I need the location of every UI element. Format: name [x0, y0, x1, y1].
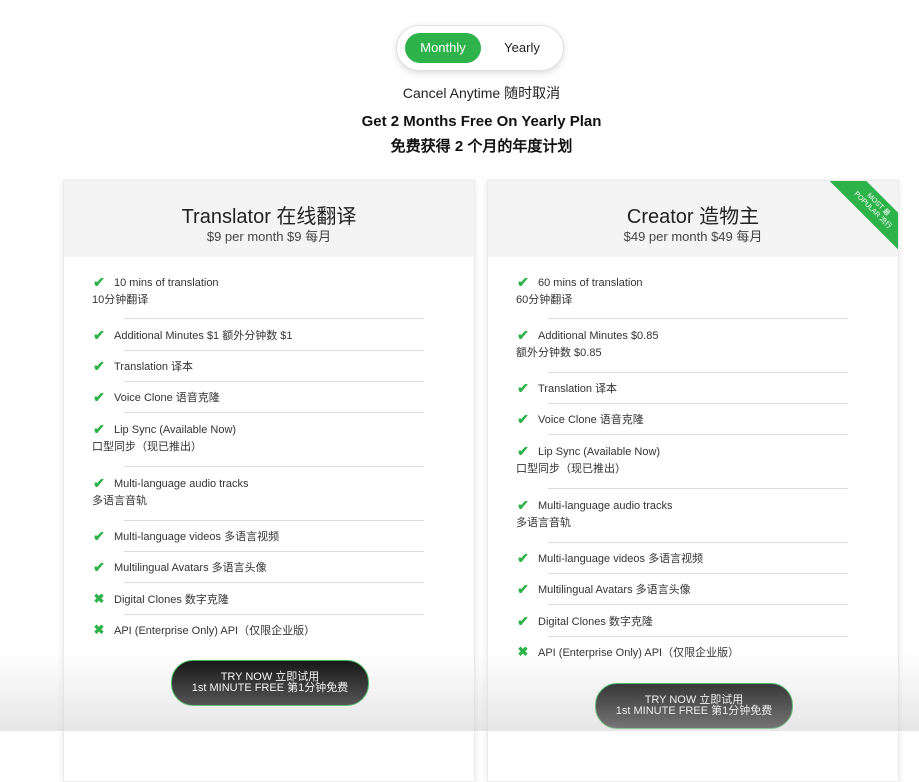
cta-sublabel: 1st MINUTE FREE 第1分钟免费 — [615, 705, 773, 717]
feature-sublabel: 口型同步（现已推出） — [92, 441, 202, 453]
feature-sublabel: 60分钟翻译 — [516, 294, 573, 306]
plan-price: $9 per month $9 每月 — [206, 229, 332, 244]
monthly-toggle-option[interactable]: Monthly — [405, 33, 481, 63]
feature-sublabel: 额外分钟数 $0.85 — [516, 347, 602, 359]
divider — [548, 604, 848, 605]
check-icon: ✔ — [517, 327, 529, 343]
feature-label: Multi-language audio tracks — [538, 500, 673, 512]
billing-toggle: Monthly Yearly — [397, 26, 563, 70]
feature-label: Multi-language audio tracks — [114, 478, 249, 490]
feature-label: Multilingual Avatars 多语言头像 — [538, 584, 691, 596]
feature-label: Additional Minutes $0.85 — [538, 330, 659, 342]
try-now-button[interactable]: TRY NOW 立即试用 1st MINUTE FREE 第1分钟免费 — [171, 660, 369, 706]
divider — [124, 614, 424, 615]
divider — [124, 582, 424, 583]
check-icon: ✔ — [517, 380, 529, 396]
divider — [124, 381, 424, 382]
feature-label: Voice Clone 语音克隆 — [538, 414, 644, 426]
divider — [124, 551, 424, 552]
divider — [124, 350, 424, 351]
feature-label: Voice Clone 语音克隆 — [114, 392, 220, 404]
check-icon: ✔ — [93, 528, 105, 544]
check-icon: ✔ — [93, 327, 105, 343]
feature-label: Lip Sync (Available Now) — [114, 424, 237, 436]
yearly-toggle-option[interactable]: Yearly — [487, 33, 557, 63]
promo-subheadline: 免费获得 2 个月的年度计划 — [390, 138, 573, 155]
feature-label: API (Enterprise Only) API（仅限企业版） — [114, 625, 316, 637]
check-icon: ✔ — [517, 613, 529, 629]
divider — [124, 318, 424, 319]
divider — [124, 520, 424, 521]
feature-label: Digital Clones 数字克隆 — [538, 616, 653, 628]
feature-sublabel: 多语言音轨 — [516, 517, 571, 529]
check-icon: ✔ — [93, 274, 105, 290]
plan-name: Translator 在线翻译 — [181, 206, 357, 228]
check-icon: ✔ — [93, 389, 105, 405]
feature-label: Additional Minutes $1 额外分钟数 $1 — [114, 330, 293, 342]
cancel-anytime-text: Cancel Anytime 随时取消 — [402, 85, 561, 101]
feature-label: API (Enterprise Only) API（仅限企业版） — [538, 647, 740, 659]
check-icon: ✔ — [93, 358, 105, 374]
cross-icon: ✖ — [93, 622, 105, 637]
divider — [124, 466, 424, 467]
check-icon: ✔ — [517, 581, 529, 597]
feature-sublabel: 口型同步（现已推出） — [516, 463, 626, 475]
check-icon: ✔ — [93, 559, 105, 575]
plan-card-translator: Translator 在线翻译 $9 per month $9 每月 ✔ 10 … — [63, 180, 475, 782]
divider — [548, 488, 848, 489]
feature-label: Translation 译本 — [114, 361, 194, 373]
check-icon: ✔ — [93, 421, 105, 437]
divider — [548, 318, 848, 319]
feature-label: Multi-language videos 多语言视频 — [114, 531, 280, 543]
feature-sublabel: 10分钟翻译 — [92, 294, 149, 306]
feature-label: Digital Clones 数字克隆 — [114, 594, 229, 606]
cta-sublabel: 1st MINUTE FREE 第1分钟免费 — [191, 682, 349, 694]
ribbon-band: MOST 最 POPULAR 流行 — [830, 181, 898, 249]
divider — [548, 403, 848, 404]
plan-card-creator: Creator 造物主 $49 per month $49 每月 MOST 最 … — [487, 180, 899, 782]
feature-label: Multilingual Avatars 多语言头像 — [114, 562, 267, 574]
cross-icon: ✖ — [517, 644, 529, 659]
divider — [548, 636, 848, 637]
divider — [548, 372, 848, 373]
divider — [548, 434, 848, 435]
check-icon: ✔ — [93, 475, 105, 491]
feature-sublabel: 多语言音轨 — [92, 495, 147, 507]
divider — [548, 573, 848, 574]
check-icon: ✔ — [517, 550, 529, 566]
ribbon-label: MOST 最 — [865, 192, 891, 218]
check-icon: ✔ — [517, 411, 529, 427]
feature-label: 10 mins of translation — [114, 277, 219, 289]
check-icon: ✔ — [517, 443, 529, 459]
divider — [548, 542, 848, 543]
cross-icon: ✖ — [93, 591, 105, 606]
feature-label: 60 mins of translation — [538, 277, 643, 289]
check-icon: ✔ — [517, 497, 529, 513]
promo-headline: Get 2 Months Free On Yearly Plan — [361, 113, 602, 130]
most-popular-ribbon: MOST 最 POPULAR 流行 — [830, 181, 898, 249]
divider — [124, 412, 424, 413]
feature-label: Translation 译本 — [538, 383, 618, 395]
plan-header: Translator 在线翻译 $9 per month $9 每月 — [64, 181, 474, 257]
feature-label: Lip Sync (Available Now) — [538, 446, 661, 458]
check-icon: ✔ — [517, 274, 529, 290]
feature-label: Multi-language videos 多语言视频 — [538, 553, 704, 565]
try-now-button[interactable]: TRY NOW 立即试用 1st MINUTE FREE 第1分钟免费 — [595, 683, 793, 729]
